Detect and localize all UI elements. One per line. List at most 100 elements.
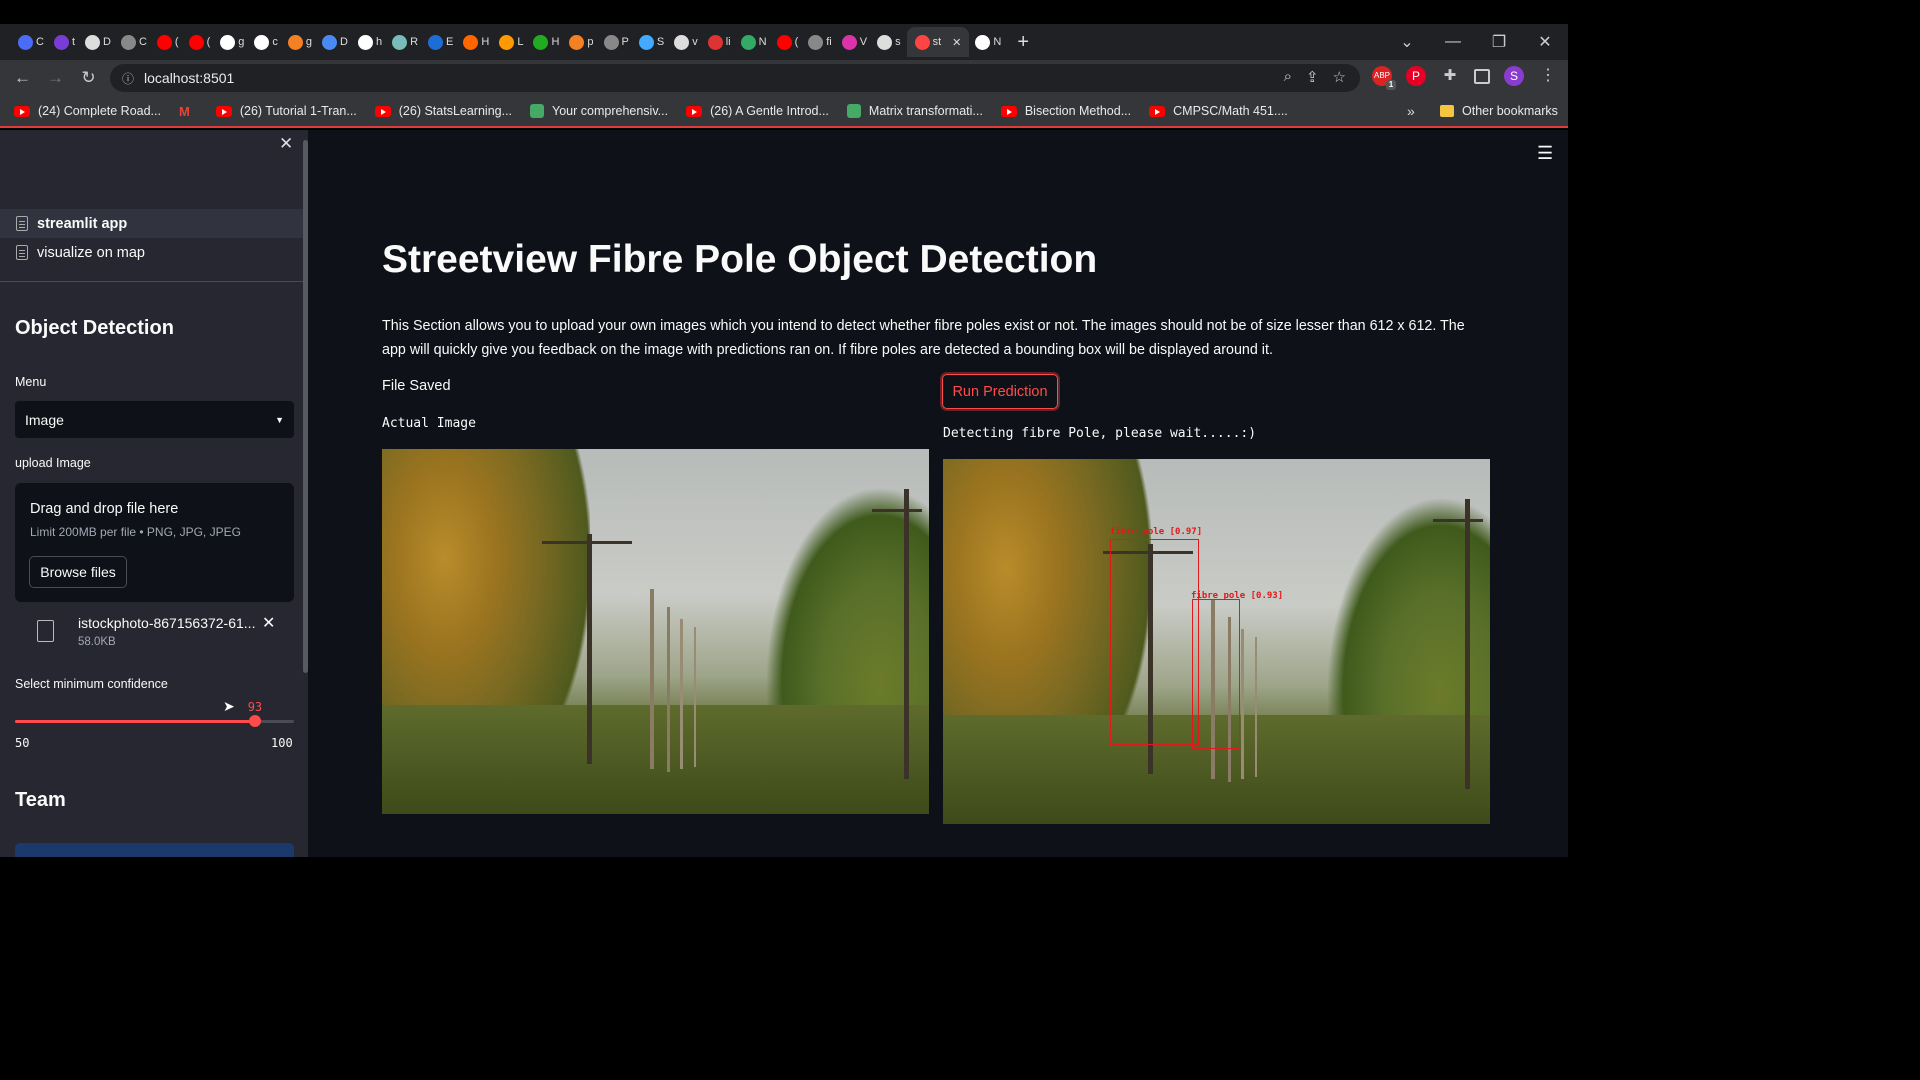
close-tab-icon[interactable]: ✕ <box>952 36 961 49</box>
tab-favicon-icon <box>808 34 824 50</box>
tab-search-icon[interactable]: ⌄ <box>1384 32 1430 52</box>
youtube-icon <box>1000 105 1017 117</box>
browser-tab[interactable]: H <box>459 27 493 57</box>
bookmark-item[interactable]: Matrix transformati... <box>846 104 983 118</box>
browser-tab[interactable]: L <box>495 27 527 57</box>
bookmark-item[interactable]: (24) Complete Road... <box>14 104 161 118</box>
adblock-icon[interactable]: ABP 1 <box>1372 66 1396 90</box>
other-bookmarks-folder[interactable]: Other bookmarks <box>1440 104 1558 118</box>
close-window-icon[interactable]: ✕ <box>1522 32 1568 52</box>
tab-favicon-icon <box>877 34 893 50</box>
maximize-icon[interactable]: ❐ <box>1476 32 1522 52</box>
browser-tab[interactable]: g <box>216 27 248 57</box>
bookmark-item[interactable]: (26) StatsLearning... <box>374 104 512 118</box>
adblock-badge: 1 <box>1386 80 1396 90</box>
browser-tab[interactable]: C <box>14 27 48 57</box>
close-sidebar-icon[interactable]: ✕ <box>279 134 293 154</box>
streamlit-app: ✕ streamlit app visualize on map Object … <box>0 130 1568 857</box>
more-bookmarks-button[interactable]: » <box>1407 103 1415 119</box>
url-text[interactable]: localhost:8501 <box>144 70 234 86</box>
back-icon[interactable]: ← <box>6 68 39 88</box>
bookmark-item[interactable]: (26) Tutorial 1-Tran... <box>215 104 357 118</box>
sidebar-page-streamlit-app[interactable]: streamlit app <box>0 209 303 238</box>
dropzone-limit: Limit 200MB per file • PNG, JPG, JPEG <box>30 525 241 539</box>
reload-icon[interactable]: ↻ <box>72 68 105 88</box>
detection-label: fibre pole [0.97] <box>1110 527 1203 537</box>
youtube-icon <box>215 105 232 117</box>
run-prediction-button[interactable]: Run Prediction <box>942 374 1058 409</box>
new-tab-button[interactable]: + <box>1017 31 1029 54</box>
remove-file-icon[interactable]: ✕ <box>262 613 275 633</box>
sidepanel-icon[interactable] <box>1474 68 1490 84</box>
browser-tab[interactable]: P <box>600 27 633 57</box>
youtube-icon <box>686 105 703 117</box>
tab-label: li <box>725 36 731 48</box>
uploaded-file-name: istockphoto-867156372-61... <box>78 615 256 631</box>
browser-tab[interactable]: h <box>354 27 386 57</box>
menu-select[interactable]: Image ▼ <box>15 401 294 438</box>
browser-tab[interactable]: R <box>388 27 422 57</box>
tab-label: t <box>71 36 76 48</box>
hamburger-menu-icon[interactable]: ☰ <box>1537 143 1553 164</box>
browse-files-button[interactable]: Browse files <box>29 556 127 588</box>
browser-tab[interactable]: g <box>284 27 316 57</box>
pinterest-icon[interactable]: P <box>1406 66 1426 86</box>
browser-tab[interactable]: ( <box>773 27 803 57</box>
browser-tab[interactable]: E <box>424 27 457 57</box>
tab-favicon-icon <box>220 34 236 50</box>
browser-tab[interactable]: D <box>318 27 352 57</box>
bookmark-item[interactable]: Your comprehensiv... <box>530 104 668 118</box>
minimize-icon[interactable]: — <box>1430 33 1476 51</box>
browser-tab[interactable]: N <box>737 27 771 57</box>
browser-tab[interactable]: ( <box>185 27 215 57</box>
browser-tab[interactable]: p <box>565 27 597 57</box>
confidence-slider[interactable]: 93 <box>15 700 294 740</box>
detection-box <box>1192 599 1240 749</box>
address-bar[interactable]: ⓘ localhost:8501 ⌕ ⇪ ☆ <box>110 64 1360 92</box>
browser-tab[interactable]: S <box>635 27 668 57</box>
tab-favicon-icon <box>156 34 172 50</box>
tab-label: D <box>340 36 348 48</box>
site-info-icon[interactable]: ⓘ <box>122 70 134 87</box>
tab-favicon-icon <box>188 34 204 50</box>
zoom-icon[interactable]: ⌕ <box>1284 68 1292 86</box>
bookmark-item[interactable]: M <box>179 104 198 119</box>
forward-icon[interactable]: → <box>39 68 72 88</box>
tab-favicon-icon <box>357 34 373 50</box>
sidebar-section-title: Object Detection <box>15 317 174 339</box>
confidence-label: Select minimum confidence <box>15 677 168 691</box>
browser-tab[interactable]: li <box>704 27 735 57</box>
browser-menu-icon[interactable]: ⋮ <box>1538 66 1558 86</box>
browser-tab[interactable]: C <box>117 27 151 57</box>
bookmark-star-icon[interactable]: ☆ <box>1333 68 1346 86</box>
slider-fill <box>15 720 255 723</box>
browser-tab[interactable]: st ✕ <box>906 27 970 57</box>
browser-tab[interactable]: V <box>838 27 871 57</box>
share-icon[interactable]: ⇪ <box>1306 68 1319 86</box>
sidebar-page-visualize-on-map[interactable]: visualize on map <box>0 238 303 267</box>
tab-favicon-icon <box>914 34 930 50</box>
browser-tab[interactable]: s <box>873 27 905 57</box>
browser-tab[interactable]: c <box>250 27 282 57</box>
slider-thumb[interactable] <box>248 715 261 727</box>
bookmark-item[interactable]: Bisection Method... <box>1000 104 1131 118</box>
menu-label: Menu <box>15 375 47 389</box>
browser-tab[interactable]: v <box>670 27 702 57</box>
browser-tab[interactable]: t <box>50 27 79 57</box>
actual-image <box>382 449 929 814</box>
tab-favicon-icon <box>603 34 619 50</box>
tab-favicon-icon <box>322 34 338 50</box>
tab-label: h <box>375 36 383 48</box>
file-dropzone[interactable]: Drag and drop file here Limit 200MB per … <box>15 483 294 602</box>
youtube-icon <box>374 105 391 117</box>
browser-tab[interactable]: H <box>529 27 563 57</box>
browser-tab[interactable]: ( <box>153 27 183 57</box>
bookmark-item[interactable]: CMPSC/Math 451.... <box>1149 104 1288 118</box>
browser-tab[interactable]: N <box>971 27 1005 57</box>
browser-tab[interactable]: fi <box>804 27 836 57</box>
bookmark-item[interactable]: (26) A Gentle Introd... <box>686 104 829 118</box>
browser-tab[interactable]: D <box>81 27 115 57</box>
tab-label: L <box>517 36 524 48</box>
extensions-icon[interactable]: ✚ <box>1440 66 1460 86</box>
profile-avatar[interactable]: S <box>1504 66 1524 86</box>
